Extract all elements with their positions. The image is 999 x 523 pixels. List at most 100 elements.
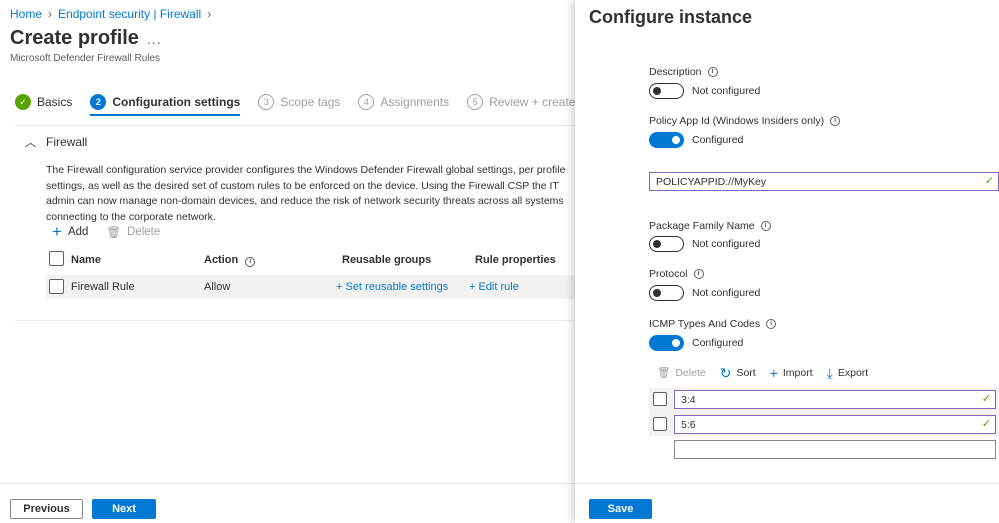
- edit-rule-link[interactable]: + Edit rule: [469, 281, 519, 293]
- export-label: Export: [837, 366, 869, 379]
- info-icon[interactable]: i: [245, 257, 256, 267]
- icmp-delete-button[interactable]: 🗑 Delete: [657, 366, 706, 380]
- policy-app-id-label: Policy App Id (Windows Insiders only) i: [649, 115, 841, 127]
- trash-icon: 🗑: [657, 367, 671, 379]
- description-toggle[interactable]: [649, 83, 684, 99]
- package-family-label: Package Family Name i: [649, 220, 771, 232]
- description-label-text: Description: [649, 66, 702, 78]
- section-description: The Firewall configuration service provi…: [46, 164, 566, 223]
- protocol-label: Protocol i: [649, 268, 704, 280]
- step-scope-tags[interactable]: 3 Scope tags: [258, 94, 340, 116]
- add-button[interactable]: + Add: [52, 222, 88, 241]
- toggle-state: Configured: [692, 134, 744, 146]
- icmp-entry-input[interactable]: 3:4 ✓: [674, 390, 996, 409]
- icmp-toggle-row: Configured: [649, 335, 743, 351]
- toggle-state: Not configured: [692, 85, 761, 97]
- info-icon[interactable]: i: [760, 221, 771, 231]
- step-label: Basics: [37, 95, 73, 109]
- info-icon[interactable]: i: [693, 269, 704, 279]
- description-toggle-row: Not configured: [649, 83, 760, 99]
- row-checkbox[interactable]: [653, 417, 667, 431]
- column-name: Name: [71, 254, 101, 266]
- import-label: Import: [782, 366, 813, 379]
- checkmark-icon: ✓: [15, 94, 31, 110]
- divider: [15, 320, 575, 321]
- step-number: 3: [258, 94, 275, 110]
- select-all-checkbox[interactable]: [49, 251, 64, 266]
- row-checkbox[interactable]: [49, 279, 64, 294]
- icmp-import-button[interactable]: + Import: [770, 366, 813, 380]
- policy-app-id-toggle[interactable]: [649, 132, 684, 148]
- step-label: Assignments: [380, 95, 450, 109]
- rule-name: Firewall Rule: [71, 281, 135, 293]
- policy-app-id-input[interactable]: POLICYAPPID://MyKey ✓: [649, 172, 999, 191]
- page-title: Create profile: [10, 27, 139, 49]
- panel-title: Configure instance: [589, 7, 753, 27]
- save-button[interactable]: Save: [589, 499, 652, 519]
- info-icon[interactable]: i: [766, 319, 777, 329]
- step-label: Configuration settings: [112, 95, 241, 109]
- icmp-entry-value: 5:6: [681, 418, 696, 431]
- step-number: 2: [90, 94, 107, 110]
- step-configuration-settings[interactable]: 2 Configuration settings: [90, 94, 241, 116]
- icmp-export-button[interactable]: ⤓ Export: [826, 364, 869, 381]
- wizard-steps: ✓ Basics 2 Configuration settings 3 Scop…: [15, 94, 575, 116]
- icmp-entry-value: 3:4: [681, 393, 696, 406]
- icmp-entry-input[interactable]: 5:6 ✓: [674, 415, 996, 434]
- previous-button[interactable]: Previous: [10, 499, 83, 519]
- icmp-label-text: ICMP Types And Codes: [649, 318, 761, 330]
- create-profile-page: Home › Endpoint security | Firewall › Cr…: [0, 0, 575, 523]
- toggle-state: Configured: [692, 337, 744, 349]
- policy-app-id-label-text: Policy App Id (Windows Insiders only): [649, 115, 825, 127]
- chevron-right-icon: ›: [207, 7, 212, 21]
- icmp-label: ICMP Types And Codes i: [649, 318, 777, 330]
- trash-icon: 🗑: [106, 227, 122, 239]
- table-row[interactable]: Firewall Rule Allow + Set reusable setti…: [46, 275, 575, 299]
- chevron-right-icon: ›: [48, 7, 53, 21]
- info-icon[interactable]: i: [707, 67, 718, 77]
- step-review-create[interactable]: 5 Review + create: [467, 94, 575, 116]
- step-assignments[interactable]: 4 Assignments: [358, 94, 449, 116]
- info-icon[interactable]: i: [830, 116, 841, 126]
- protocol-toggle-row: Not configured: [649, 285, 760, 301]
- delete-button[interactable]: 🗑 Delete: [106, 225, 160, 239]
- column-reusable-groups: Reusable groups: [342, 254, 432, 266]
- rule-action: Allow: [204, 281, 231, 293]
- package-family-toggle-row: Not configured: [649, 236, 760, 252]
- next-button[interactable]: Next: [92, 499, 156, 519]
- icmp-new-entry-input[interactable]: [674, 440, 996, 459]
- set-reusable-settings-link[interactable]: + Set reusable settings: [336, 281, 448, 293]
- icmp-actions: 🗑 Delete ↻ Sort + Import ⤓ Export: [657, 364, 869, 381]
- configure-instance-panel: Configure instance Description i Not con…: [575, 0, 999, 523]
- breadcrumb-firewall[interactable]: Endpoint security | Firewall: [58, 7, 201, 21]
- row-checkbox[interactable]: [653, 392, 667, 406]
- package-family-toggle[interactable]: [649, 236, 684, 252]
- checkmark-icon: ✓: [984, 175, 994, 187]
- policy-app-id-value: POLICYAPPID://MyKey: [656, 175, 767, 188]
- rule-actions: + Add 🗑 Delete: [52, 222, 160, 241]
- icmp-sort-button[interactable]: ↻ Sort: [719, 364, 756, 381]
- plus-icon: +: [52, 222, 62, 241]
- footer-divider: [0, 483, 575, 484]
- breadcrumb-home[interactable]: Home: [10, 7, 42, 21]
- download-icon: ⤓: [826, 364, 833, 381]
- column-action: Action i: [204, 254, 256, 267]
- firewall-section-header[interactable]: ︿ Firewall: [25, 134, 87, 150]
- toggle-state: Not configured: [692, 287, 761, 299]
- checkmark-icon: ✓: [981, 418, 991, 430]
- protocol-toggle[interactable]: [649, 285, 684, 301]
- policy-app-id-toggle-row: Configured: [649, 132, 743, 148]
- page-subtitle: Microsoft Defender Firewall Rules: [10, 53, 161, 64]
- section-title: Firewall: [46, 135, 88, 149]
- icmp-toggle[interactable]: [649, 335, 684, 351]
- footer-divider: [575, 483, 999, 484]
- table-header: Name Action i Reusable groups Rule prope…: [49, 251, 575, 271]
- breadcrumb: Home › Endpoint security | Firewall ›: [10, 7, 211, 21]
- column-action-label: Action: [204, 254, 239, 266]
- refresh-icon: ↻: [719, 364, 732, 381]
- step-basics[interactable]: ✓ Basics: [15, 94, 72, 116]
- sort-label: Sort: [736, 366, 756, 379]
- step-number: 5: [467, 94, 484, 110]
- chevron-up-icon: ︿: [25, 137, 36, 149]
- more-options-icon[interactable]: ...: [147, 31, 162, 47]
